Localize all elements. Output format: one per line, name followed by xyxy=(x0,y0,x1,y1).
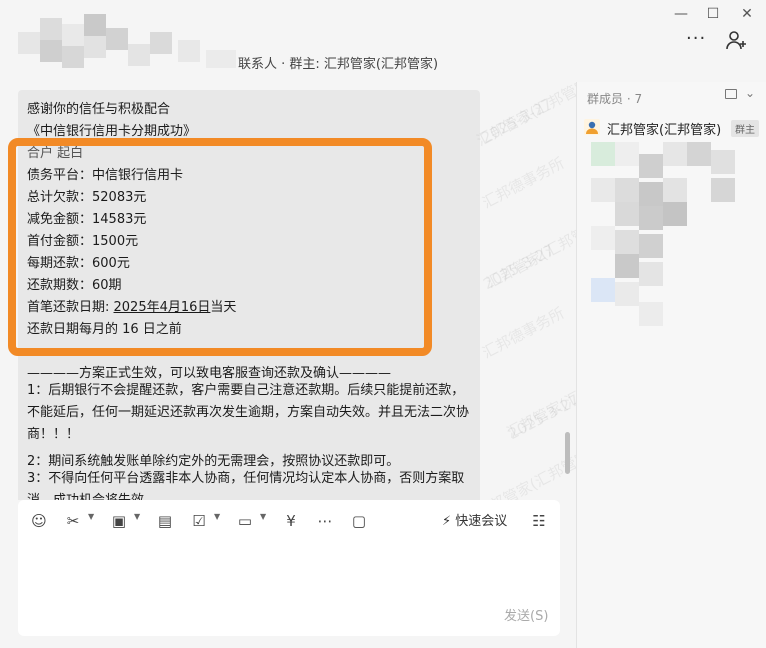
quick-meeting-button[interactable]: ⚡ 快速会议 xyxy=(442,510,507,529)
owner-name: 汇邦管家(汇邦管家) xyxy=(607,123,722,138)
members-list-blurred xyxy=(591,142,741,327)
chevron-down-icon[interactable]: ▼ xyxy=(88,512,94,521)
history-icon[interactable]: ☷ xyxy=(528,510,550,532)
chat-bubble-icon[interactable]: ⋯ xyxy=(314,510,336,532)
image-icon[interactable]: ▣ xyxy=(108,510,130,532)
maximize-icon[interactable]: ☐ xyxy=(698,4,728,24)
chevron-down-icon[interactable]: ▼ xyxy=(260,512,266,521)
screenshot-scissors-icon[interactable]: ✂ xyxy=(62,510,84,532)
folder-icon[interactable]: ▭ xyxy=(234,510,256,532)
send-button[interactable]: 发送(S) xyxy=(504,605,548,624)
highlight-annotation xyxy=(8,138,432,356)
watermark: 2025-3-27 xyxy=(480,240,558,294)
document-icon[interactable]: ▤ xyxy=(154,510,176,532)
watermark: 汇邦德事务所 xyxy=(479,303,568,363)
owner-badge: 群主 xyxy=(731,120,759,137)
title-bar: — ☐ ✕ 联系人 · 群主: 汇邦管家(汇邦管家) ··· xyxy=(0,0,766,82)
chat-window: — ☐ ✕ 联系人 · 群主: 汇邦管家(汇邦管家) ··· 汇邦管家(汇邦管家 xyxy=(0,0,766,648)
group-avatar-blurred xyxy=(18,14,238,70)
emoji-icon[interactable]: ☺ xyxy=(28,510,50,532)
message-line: 3：不得向任何平台透露非本人协商，任何情况均认定本人协商，否则方案取消，成功机会… xyxy=(27,471,465,500)
message-line: 2：期间系统触发账单除约定外的无需理会，按照协议还款即可。 xyxy=(27,454,400,469)
watermark: 汇邦管家(汇邦管家) xyxy=(473,444,576,500)
mail-icon[interactable] xyxy=(725,89,737,99)
comment-icon[interactable]: ▢ xyxy=(348,510,370,532)
payment-yen-icon[interactable]: ¥ xyxy=(280,510,302,532)
message-line: ————方案正式生效，可以致电客服查询还款及确认———— xyxy=(27,366,392,381)
chat-title: 联系人 · 群主: 汇邦管家(汇邦管家) xyxy=(238,57,439,72)
message-input-area[interactable]: ☺ ✂ ▼ ▣ ▼ ▤ ☑ ▼ ▭ ▼ ¥ ⋯ ▢ ⚡ 快速会议 ☷ 发送(S) xyxy=(18,500,560,636)
members-title: 群成员 · 7 xyxy=(587,92,643,106)
more-options-icon[interactable]: ··· xyxy=(686,28,706,49)
task-icon[interactable]: ☑ xyxy=(188,510,210,532)
member-row-owner[interactable]: 汇邦管家(汇邦管家) 群主 xyxy=(583,116,759,138)
chevron-down-icon[interactable]: ⌄ xyxy=(745,86,755,100)
minimize-icon[interactable]: — xyxy=(666,4,696,24)
message-scrollbar[interactable] xyxy=(565,432,570,474)
watermark: 2025-3-27 xyxy=(478,94,556,148)
owner-avatar xyxy=(584,119,600,135)
message-line: 《中信银行信用卡分期成功》 xyxy=(27,124,197,139)
chevron-down-icon[interactable]: ▼ xyxy=(214,512,220,521)
message-line: 1：后期银行不会提醒还款，客户需要自己注意还款期。后续只能提前还款，不能延后，任… xyxy=(27,383,470,442)
watermark: 汇邦德事务所 xyxy=(479,153,568,213)
add-member-icon[interactable] xyxy=(724,28,748,52)
close-icon[interactable]: ✕ xyxy=(732,4,762,24)
message-area: 汇邦管家(汇邦管家) 2025-3-27 汇邦德事务所 汇邦管家(汇邦管家) 2… xyxy=(0,82,576,500)
quick-meeting-label: 快速会议 xyxy=(455,514,508,529)
chevron-down-icon[interactable]: ▼ xyxy=(134,512,140,521)
member-panel: 群成员 · 7 ⌄ 汇邦管家(汇邦管家) 群主 xyxy=(577,82,766,648)
message-line: 感谢你的信任与积极配合 xyxy=(27,102,171,117)
